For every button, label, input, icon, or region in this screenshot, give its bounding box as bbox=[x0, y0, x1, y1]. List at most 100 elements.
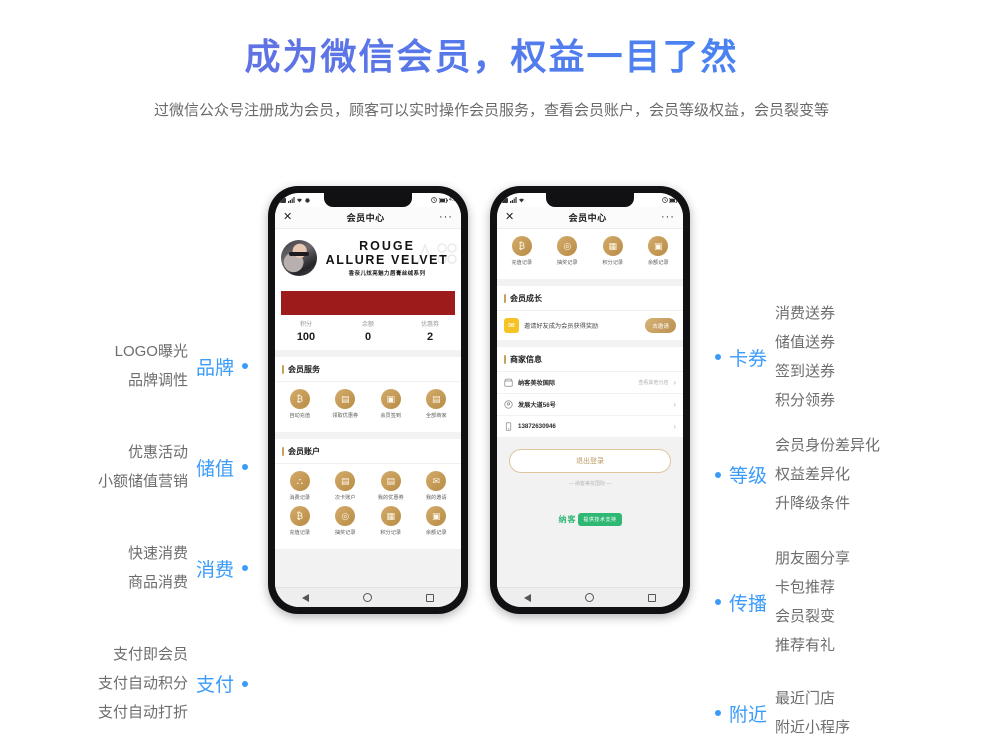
phone-notch bbox=[546, 193, 634, 207]
member-account-card: 会员账户 ⛬ 消费记录 ▤ 次卡账户 ▤ 我的优惠券 ✉ 我的邀请 ₿ 充值记录… bbox=[275, 439, 461, 549]
merchant-info-card: 商家信息 纳客美妆国际 查看其他分店 › 发展大道56号 › 138726309… bbox=[497, 347, 683, 437]
close-icon[interactable]: ✕ bbox=[505, 212, 514, 223]
shop-icon bbox=[504, 378, 513, 387]
annotation-line: 权益差异化 bbox=[775, 466, 851, 483]
annotation-line: 会员裂变 bbox=[775, 608, 836, 625]
account-item[interactable]: ₿ 充值记录 bbox=[277, 506, 323, 536]
annotation-line: 积分领券 bbox=[775, 392, 836, 409]
merchant-name: 纳客美妆国际 bbox=[518, 380, 556, 387]
annotation-key: 品牌 bbox=[195, 357, 234, 379]
account-label: 次卡账户 bbox=[334, 495, 356, 501]
back-triangle-icon[interactable] bbox=[524, 593, 531, 602]
money-bag-icon: ₿ bbox=[289, 506, 310, 526]
status-bar-right: 4.0 bbox=[431, 197, 456, 203]
stat-label: 优惠券 bbox=[420, 322, 439, 328]
points-icon: ▦ bbox=[380, 506, 401, 526]
annotation-lines: 消费送券 储值送券 签到送券 积分领券 bbox=[775, 299, 835, 415]
account-item[interactable]: ✉ 我的邀请 bbox=[414, 471, 460, 501]
icon-glyph: ▦ bbox=[608, 240, 617, 251]
record-item[interactable]: ▦ 积分记录 bbox=[590, 236, 636, 266]
record-item[interactable]: ◎ 抽奖记录 bbox=[545, 236, 591, 266]
phone-mockup-right: ✕ 会员中心 ··· ₿ 充值记录 ◎ 抽奖记录 ▦ 积分记录 ▣ 余额记录 会… bbox=[490, 186, 690, 614]
account-item[interactable]: ▦ 积分记录 bbox=[368, 506, 414, 536]
more-icon[interactable]: ··· bbox=[661, 212, 675, 223]
back-triangle-icon[interactable] bbox=[302, 593, 309, 602]
annotation-lines: 支付即会员 支付自动积分 支付自动打折 bbox=[98, 640, 188, 727]
phone-mockup-left: 4.0 ✕ 会员中心 ··· ROUGE ALLURE VELVET 香奈儿炫亮… bbox=[268, 186, 468, 614]
stat-value: 2 bbox=[426, 331, 434, 343]
annotation-line: 小额储值营销 bbox=[97, 473, 188, 490]
money-bag-icon: ₿ bbox=[289, 389, 310, 409]
home-circle-icon[interactable] bbox=[585, 593, 594, 602]
stat-value: 100 bbox=[296, 331, 316, 343]
icon-glyph: ₿ bbox=[296, 393, 304, 404]
section-title: 商家信息 bbox=[510, 355, 542, 364]
account-label: 余额记录 bbox=[425, 530, 447, 536]
merchant-row-phone[interactable]: 13872630946 › bbox=[497, 416, 683, 437]
stat-label: 余额 bbox=[361, 322, 374, 328]
home-circle-icon[interactable] bbox=[363, 593, 372, 602]
annotation-lines: 最近门店 附近小程序 bbox=[775, 684, 850, 742]
section-gap bbox=[275, 350, 461, 357]
annotation-lines: 会员身份差异化 权益差异化 升降级条件 bbox=[775, 431, 880, 518]
icon-glyph: ▦ bbox=[386, 510, 395, 521]
annotation-line: 商品消费 bbox=[127, 574, 188, 591]
record-item[interactable]: ₿ 充值记录 bbox=[499, 236, 545, 266]
account-item[interactable]: ◎ 抽奖记录 bbox=[323, 506, 369, 536]
wechat-navbar-right: ✕ 会员中心 ··· bbox=[497, 207, 683, 229]
more-icon[interactable]: ··· bbox=[439, 212, 453, 223]
icon-glyph: ▤ bbox=[386, 475, 395, 486]
ticket-icon: ▤ bbox=[380, 471, 401, 491]
icon-glyph: ✉ bbox=[432, 475, 441, 486]
annotation-line: 储值送券 bbox=[775, 334, 836, 351]
recents-square-icon[interactable] bbox=[426, 593, 434, 602]
annotation-line: 支付自动积分 bbox=[97, 675, 188, 692]
logout-button[interactable]: 退出登录 bbox=[509, 449, 671, 473]
recents-square-icon[interactable] bbox=[648, 593, 656, 602]
close-icon[interactable]: ✕ bbox=[283, 212, 292, 223]
annotation-key: 传播 bbox=[729, 593, 768, 615]
stat-value: 0 bbox=[364, 331, 372, 343]
merchant-row-address[interactable]: 发展大道56号 › bbox=[497, 394, 683, 416]
account-label: 积分记录 bbox=[380, 530, 402, 536]
annotation-line: 卡包推荐 bbox=[775, 579, 836, 596]
annotation-lines: 快速消费 商品消费 bbox=[128, 539, 188, 597]
android-nav-bar bbox=[275, 587, 461, 607]
annotation-line: 优惠活动 bbox=[127, 444, 188, 461]
android-nav-bar bbox=[497, 587, 683, 607]
service-item[interactable]: ₿ 自动充值 bbox=[277, 389, 323, 419]
section-gap bbox=[497, 340, 683, 347]
navbar-title: 会员中心 bbox=[568, 213, 607, 223]
bullet-dot-icon bbox=[715, 354, 721, 360]
merchant-row-store[interactable]: 纳客美妆国际 查看其他分店 › bbox=[497, 372, 683, 394]
service-label: 会员签到 bbox=[380, 413, 402, 419]
annotation-storedvalue: 优惠活动 小额储值营销 储值 bbox=[98, 438, 248, 496]
view-branches-link[interactable]: 查看其他分店 bbox=[638, 379, 668, 386]
battery-icon bbox=[438, 197, 448, 203]
account-item[interactable]: ⛬ 消费记录 bbox=[277, 471, 323, 501]
section-accent-bar bbox=[282, 365, 284, 374]
stat-item[interactable]: 积分 100 bbox=[275, 319, 337, 343]
service-item[interactable]: ▣ 会员签到 bbox=[368, 389, 414, 419]
service-item[interactable]: ▤ 领取优惠券 bbox=[323, 389, 369, 419]
invite-row: ✉ 邀请好友成为会员获得奖励 去邀请 bbox=[497, 311, 683, 340]
navbar-title: 会员中心 bbox=[346, 213, 385, 223]
account-item[interactable]: ▣ 余额记录 bbox=[414, 506, 460, 536]
stat-item[interactable]: 余额 0 bbox=[337, 319, 399, 343]
account-item[interactable]: ▤ 次卡账户 bbox=[323, 471, 369, 501]
record-item[interactable]: ▣ 余额记录 bbox=[636, 236, 682, 266]
annotation-coupon: 卡券 消费送券 储值送券 签到送券 积分领券 bbox=[715, 299, 835, 415]
wechat-navbar-left: ✕ 会员中心 ··· bbox=[275, 207, 461, 229]
invite-button[interactable]: 去邀请 bbox=[645, 318, 676, 333]
account-item[interactable]: ▤ 我的优惠券 bbox=[368, 471, 414, 501]
records-grid: ₿ 充值记录 ◎ 抽奖记录 ▦ 积分记录 ▣ 余额记录 bbox=[497, 229, 683, 279]
location-pin-icon bbox=[504, 400, 513, 409]
phone-left-content: ROUGE ALLURE VELVET 香奈儿炫亮魅力唇膏丝绒系列 积分 100… bbox=[275, 229, 461, 587]
stat-item[interactable]: 优惠券 2 bbox=[399, 319, 461, 343]
icon-glyph: ▤ bbox=[431, 393, 441, 404]
annotation-line: 快速消费 bbox=[127, 545, 188, 562]
service-grid: ₿ 自动充值 ▤ 领取优惠券 ▣ 会员签到 ▤ 全部商家 bbox=[275, 382, 461, 432]
annotation-line: 消费送券 bbox=[775, 305, 836, 322]
service-item[interactable]: ▤ 全部商家 bbox=[414, 389, 460, 419]
signal-icon bbox=[509, 197, 517, 203]
